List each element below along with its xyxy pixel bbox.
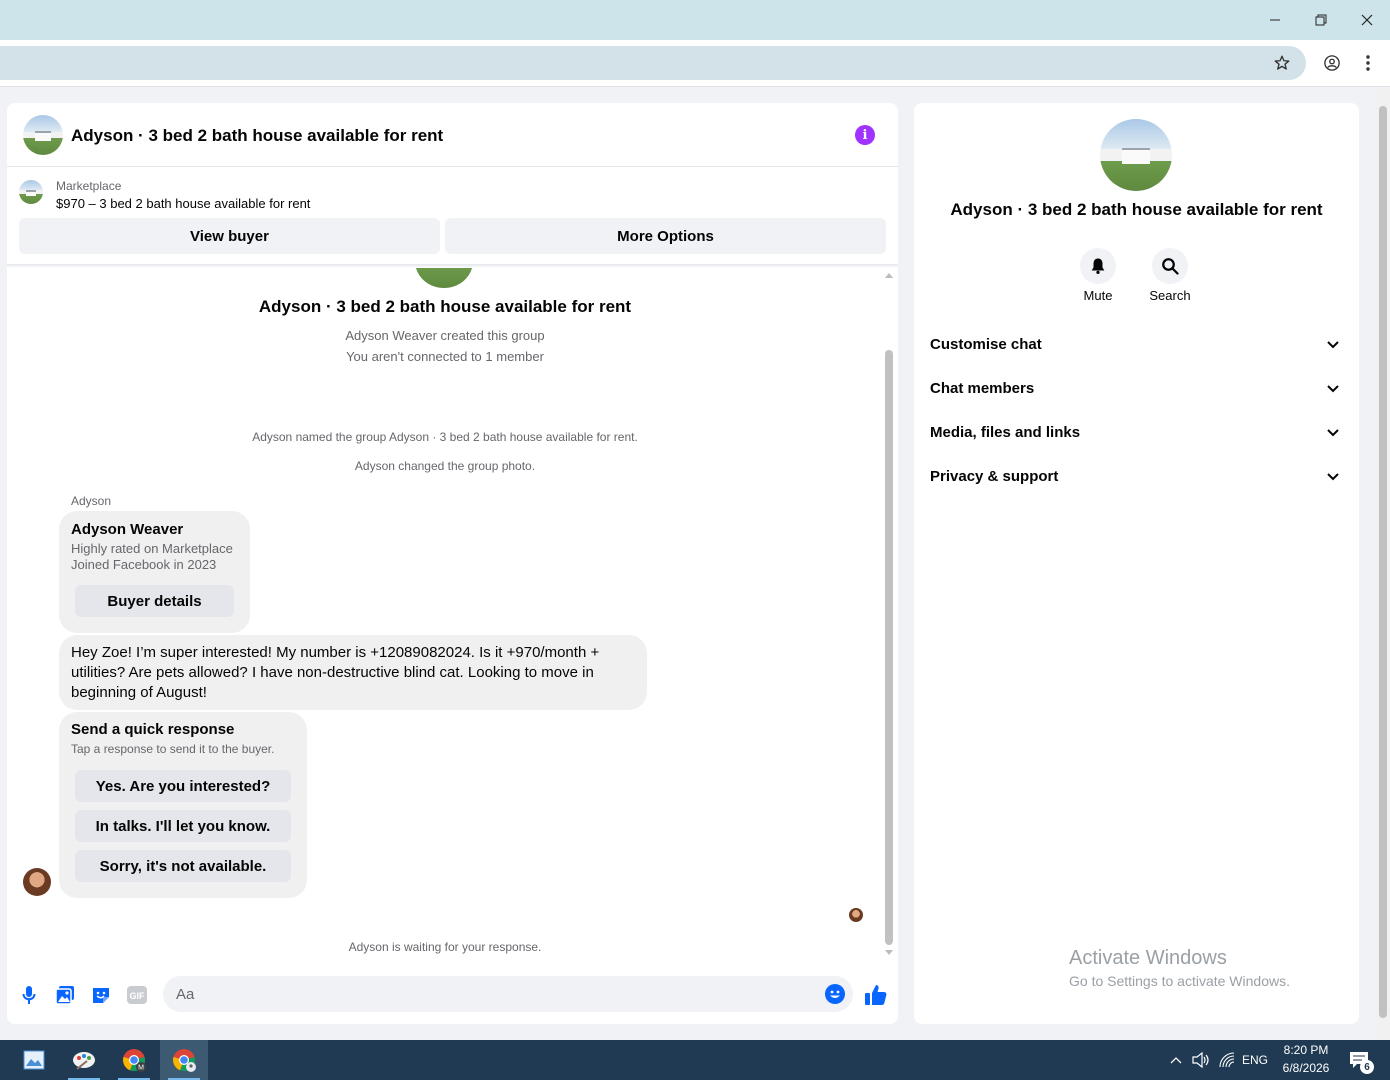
message-scrollbar[interactable]	[884, 268, 894, 958]
sender-name: Adyson	[71, 494, 112, 508]
bell-icon	[1091, 258, 1105, 275]
chat-title[interactable]: Adyson · 3 bed 2 bath house available fo…	[71, 126, 443, 146]
search-icon	[1162, 258, 1179, 275]
quick-response-title: Send a quick response	[71, 721, 235, 738]
gif-icon[interactable]: GIF	[126, 984, 148, 1006]
notification-count: 6	[1360, 1060, 1374, 1074]
quick-response-yes[interactable]: Yes. Are you interested?	[75, 770, 291, 802]
taskbar: M ENG 8:20 PM 6/8/2026 6	[0, 1040, 1390, 1080]
message-bubble[interactable]: Hey Zoe! I’m super interested! My number…	[59, 635, 647, 710]
message-input[interactable]: Aa	[163, 976, 853, 1012]
waiting-status: Adyson is waiting for your response.	[348, 940, 542, 954]
sender-avatar[interactable]	[23, 868, 51, 896]
svg-text:GIF: GIF	[130, 991, 146, 1001]
group-title: Adyson · 3 bed 2 bath house available fo…	[258, 297, 632, 316]
quick-response-subtitle: Tap a response to send it to the buyer.	[71, 742, 275, 756]
profile-card: Adyson Weaver Highly rated on Marketplac…	[59, 511, 250, 633]
photo-changed-event: Adyson changed the group photo.	[354, 459, 536, 473]
media-files-links-section[interactable]: Media, files and links	[930, 411, 1343, 455]
chevron-down-icon	[1323, 335, 1343, 355]
created-by-text: Adyson Weaver created this group	[345, 328, 545, 343]
page-scrollbar-thumb[interactable]	[1379, 106, 1387, 1018]
paint-app-icon[interactable]	[60, 1040, 108, 1080]
marketplace-label: Marketplace	[56, 179, 122, 193]
profile-rating: Highly rated on Marketplace	[71, 541, 233, 556]
mute-label: Mute	[1083, 288, 1113, 303]
chrome-profile-m-icon[interactable]: M	[110, 1040, 158, 1080]
chat-info-panel: Adyson · 3 bed 2 bath house available fo…	[914, 103, 1359, 1024]
listing-thumbnail[interactable]	[19, 180, 43, 204]
info-group-avatar[interactable]	[1100, 119, 1172, 191]
section-label: Media, files and links	[930, 424, 1081, 441]
customise-chat-section[interactable]: Customise chat	[930, 323, 1343, 367]
privacy-support-section[interactable]: Privacy & support	[930, 455, 1343, 499]
quick-response-in-talks[interactable]: In talks. I'll let you know.	[75, 810, 291, 842]
view-buyer-button[interactable]: View buyer	[19, 218, 440, 254]
more-options-button[interactable]: More Options	[445, 218, 886, 254]
address-bar[interactable]	[0, 46, 1306, 80]
read-receipt-avatar	[849, 908, 863, 922]
not-connected-text: You aren't connected to 1 member	[346, 349, 544, 364]
page-scrollbar[interactable]	[1376, 88, 1390, 1040]
named-group-event: Adyson named the group Adyson · 3 bed 2 …	[252, 430, 638, 444]
clock-date[interactable]: 6/8/2026	[1276, 1061, 1336, 1075]
browser-titlebar	[0, 0, 1390, 40]
buyer-details-button[interactable]: Buyer details	[75, 585, 234, 617]
group-avatar[interactable]	[23, 115, 63, 155]
profile-joined: Joined Facebook in 2023	[71, 557, 217, 572]
mute-button[interactable]	[1080, 248, 1116, 284]
composer: GIF Aa	[7, 968, 898, 1024]
network-icon[interactable]	[1216, 1040, 1238, 1080]
profile-name: Adyson Weaver	[71, 521, 184, 538]
chat-panel: Adyson · 3 bed 2 bath house available fo…	[7, 103, 898, 1024]
gallery-icon[interactable]	[54, 984, 76, 1006]
star-icon[interactable]	[1268, 49, 1296, 77]
info-title: Adyson · 3 bed 2 bath house available fo…	[950, 200, 1323, 219]
like-icon[interactable]	[864, 983, 888, 1007]
chrome-active-icon[interactable]	[160, 1040, 208, 1080]
photos-app-icon[interactable]	[10, 1040, 58, 1080]
sticker-icon[interactable]	[90, 984, 112, 1006]
scroll-down-icon[interactable]	[885, 950, 893, 956]
message-text: Hey Zoe! I’m super interested! My number…	[71, 644, 600, 701]
microphone-icon[interactable]	[18, 984, 40, 1006]
marketplace-bar: Marketplace $970 – 3 bed 2 bath house av…	[7, 168, 898, 265]
message-scrollbar-thumb[interactable]	[885, 350, 893, 945]
message-list: Adyson · 3 bed 2 bath house available fo…	[7, 268, 898, 968]
profile-icon[interactable]	[1318, 49, 1346, 77]
chevron-down-icon	[1323, 379, 1343, 399]
scroll-up-icon[interactable]	[885, 272, 893, 278]
chat-header: Adyson · 3 bed 2 bath house available fo…	[7, 103, 898, 167]
chat-members-section[interactable]: Chat members	[930, 367, 1343, 411]
chevron-down-icon	[1323, 467, 1343, 487]
section-label: Chat members	[930, 380, 1035, 397]
group-photo	[415, 268, 473, 288]
section-label: Privacy & support	[930, 468, 1059, 485]
emoji-icon[interactable]	[825, 984, 845, 1004]
clock-time[interactable]: 8:20 PM	[1276, 1043, 1336, 1057]
kebab-menu-icon[interactable]	[1354, 49, 1382, 77]
chevron-down-icon	[1323, 423, 1343, 443]
browser-toolbar	[0, 40, 1390, 87]
search-button[interactable]	[1152, 248, 1188, 284]
activate-windows-subtitle: Go to Settings to activate Windows.	[1069, 973, 1290, 989]
info-icon[interactable]: i	[855, 125, 875, 145]
language-indicator[interactable]: ENG	[1238, 1040, 1272, 1080]
restore-icon[interactable]	[1298, 0, 1344, 40]
minimize-icon[interactable]	[1252, 0, 1298, 40]
search-label: Search	[1149, 288, 1191, 303]
activate-windows-title: Activate Windows	[1069, 947, 1227, 969]
listing-title[interactable]: $970 – 3 bed 2 bath house available for …	[56, 196, 310, 211]
quick-response-card: Send a quick response Tap a response to …	[59, 712, 307, 898]
quick-response-not-available[interactable]: Sorry, it's not available.	[75, 850, 291, 882]
speaker-icon[interactable]	[1190, 1040, 1212, 1080]
message-input-placeholder: Aa	[176, 986, 195, 1003]
close-icon[interactable]	[1344, 0, 1390, 40]
chevron-up-icon[interactable]	[1166, 1040, 1186, 1080]
notifications-icon[interactable]: 6	[1344, 1040, 1374, 1080]
section-label: Customise chat	[930, 336, 1042, 353]
svg-text:M: M	[138, 1065, 144, 1072]
